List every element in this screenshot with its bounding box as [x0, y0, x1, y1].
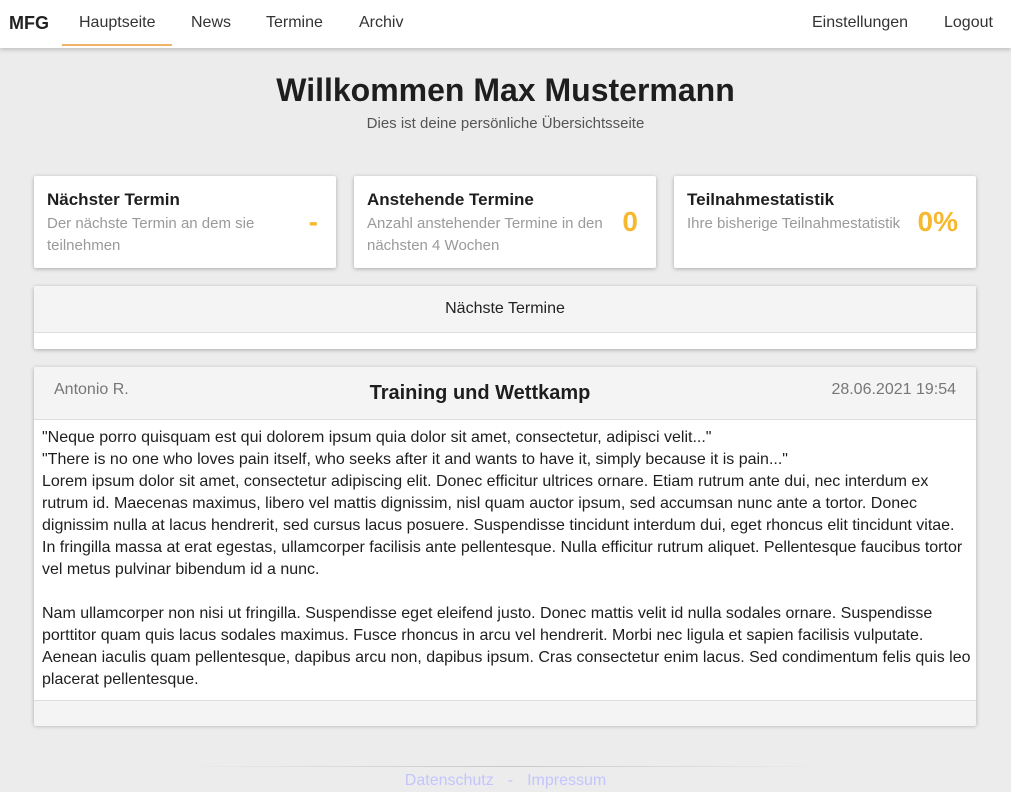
stat-card-next-appointment: Nächster Termin Der nächste Termin an de… [34, 176, 336, 268]
stat-card-description: Ihre bisherige Teilnahmestatistik [687, 215, 901, 232]
post-date: 28.06.2021 19:54 [831, 381, 956, 398]
footer-link-impressum[interactable]: Impressum [527, 772, 606, 789]
post-body: "Neque porro quisquam est qui dolorem ip… [42, 427, 972, 691]
news-post-card: Antonio R. Training und Wettkamp 28.06.2… [34, 367, 976, 726]
nav-link-einstellungen[interactable]: Einstellungen [812, 14, 908, 32]
post-paragraph: "There is no one who loves pain itself, … [42, 451, 788, 468]
stat-card-description: Anzahl anstehender Termine in den nächst… [367, 215, 603, 254]
page-title: Willkommen Max Mustermann [276, 72, 735, 108]
nav-link-archiv[interactable]: Archiv [359, 14, 403, 32]
stat-card-upcoming-appointments: Anstehende Termine Anzahl anstehender Te… [354, 176, 656, 268]
stat-card-value: - [308, 206, 318, 237]
post-title: Training und Wettkamp [369, 382, 591, 404]
footer-divider [180, 766, 830, 767]
upcoming-appointments-panel: Nächste Termine [34, 286, 976, 349]
post-header: Antonio R. Training und Wettkamp 28.06.2… [34, 367, 976, 420]
nav-active-indicator [62, 44, 172, 46]
page-footer: Datenschutz - Impressum [0, 772, 1011, 790]
nav-link-termine[interactable]: Termine [266, 14, 323, 32]
nav-link-logout[interactable]: Logout [944, 14, 993, 32]
post-footer [34, 700, 976, 726]
brand-logo[interactable]: MFG [9, 13, 49, 34]
stat-card-title: Nächster Termin [47, 190, 180, 209]
stat-card-value: 0 [622, 206, 638, 237]
top-navbar: MFG Hauptseite News Termine Archiv Einst… [0, 0, 1011, 48]
stat-card-attendance-stats: Teilnahmestatistik Ihre bisherige Teilna… [674, 176, 976, 268]
panel-title: Nächste Termine [445, 300, 565, 317]
stat-card-description: Der nächste Termin an dem sie teilnehmen [47, 215, 255, 254]
stat-card-title: Anstehende Termine [367, 190, 534, 209]
footer-separator: - [507, 772, 514, 789]
nav-link-news[interactable]: News [191, 14, 231, 32]
nav-link-hauptseite[interactable]: Hauptseite [79, 14, 156, 32]
footer-link-datenschutz[interactable]: Datenschutz [405, 772, 494, 789]
post-paragraph: Lorem ipsum dolor sit amet, consectetur … [42, 473, 963, 578]
page-subtitle: Dies ist deine persönliche Übersichtssei… [366, 115, 645, 132]
stat-card-value: 0% [917, 206, 958, 237]
post-paragraph: "Neque porro quisquam est qui dolorem ip… [42, 429, 712, 446]
stat-card-title: Teilnahmestatistik [687, 190, 835, 209]
post-paragraph: Nam ullamcorper non nisi ut fringilla. S… [42, 605, 971, 688]
